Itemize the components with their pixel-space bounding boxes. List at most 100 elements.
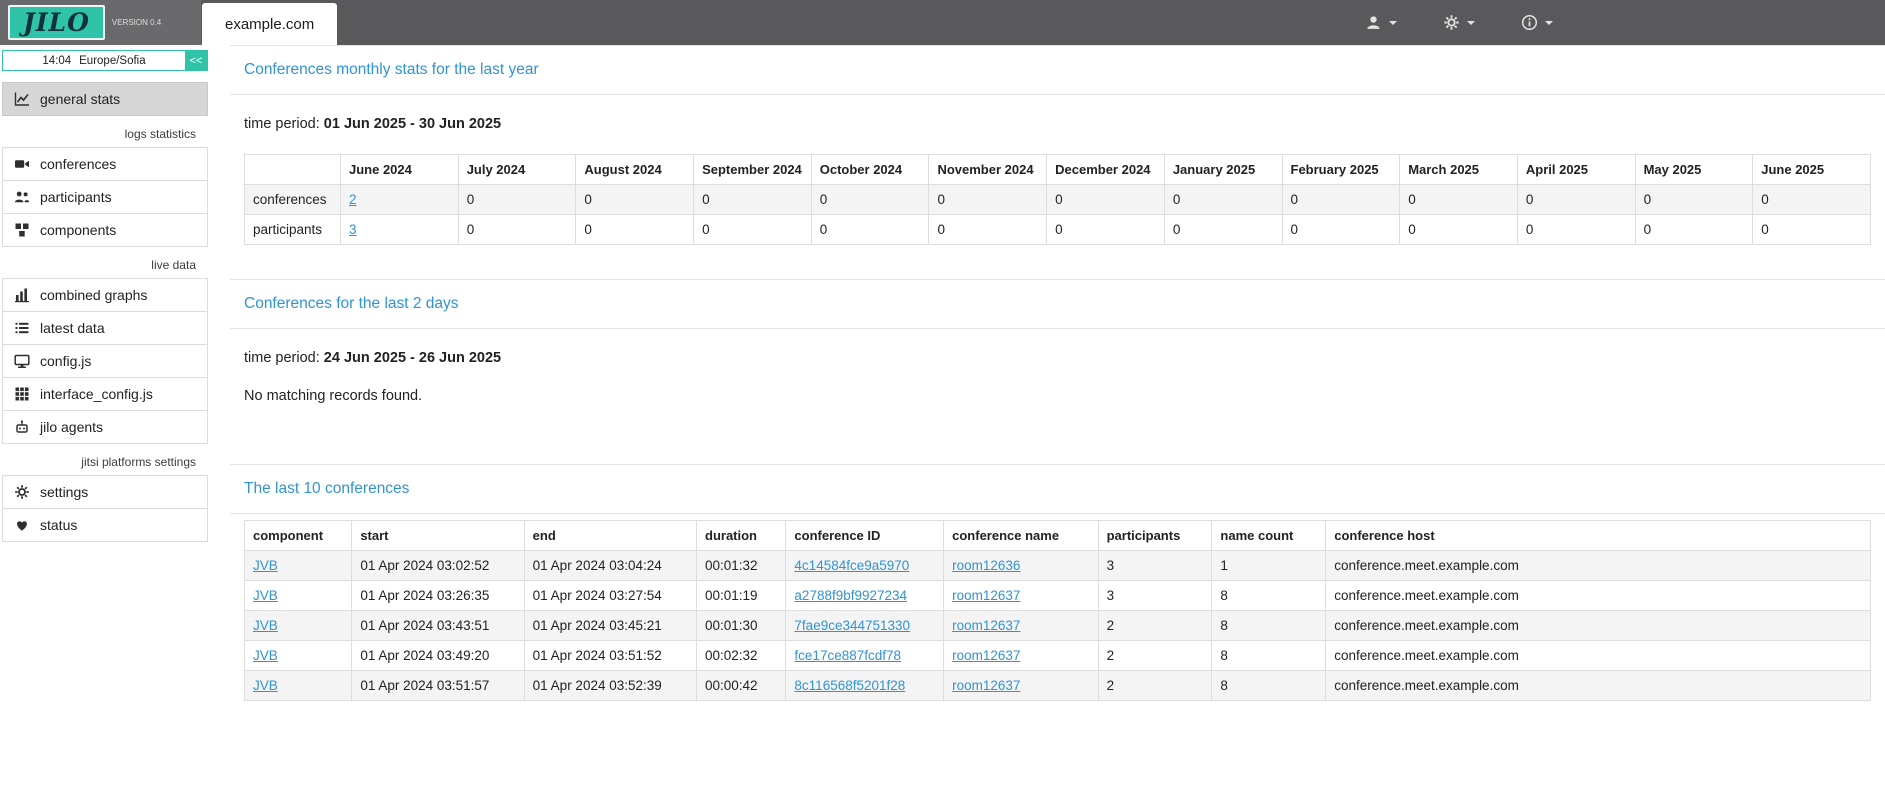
table-cell: JVB	[245, 641, 352, 671]
panel-title-last-10-conferences: The last 10 conferences	[244, 480, 409, 497]
time-period-last-2-days: time period: 24 Jun 2025 - 26 Jun 2025	[244, 350, 1871, 366]
table-row: participants3000000000000	[245, 215, 1871, 245]
people-icon	[14, 189, 30, 205]
column-header: name count	[1212, 521, 1326, 551]
conference-name-link[interactable]: room12637	[952, 678, 1020, 693]
bar-chart-icon	[14, 287, 30, 303]
conference-name-link[interactable]: room12637	[952, 618, 1020, 633]
user-menu[interactable]	[1365, 14, 1397, 31]
sidebar-item-label: components	[40, 222, 116, 238]
conference-name-link[interactable]: room12637	[952, 648, 1020, 663]
time-period-label: time period:	[244, 350, 320, 366]
sidebar-collapse-button[interactable]: <<	[185, 51, 207, 70]
table-cell: 00:02:32	[697, 641, 786, 671]
table-cell: 0	[1517, 215, 1635, 245]
sidebar-item-label: combined graphs	[40, 287, 147, 303]
component-link[interactable]: JVB	[253, 618, 278, 633]
conference-id-link[interactable]: 8c116568f5201f28	[794, 678, 905, 693]
table-cell: 0	[811, 185, 929, 215]
table-cell: 0	[1517, 185, 1635, 215]
participants-count-link[interactable]: 3	[349, 222, 357, 237]
table-cell: 00:01:32	[697, 551, 786, 581]
conference-id-link[interactable]: a2788f9bf9927234	[794, 588, 907, 603]
gear-icon	[1443, 14, 1460, 31]
sidebar-section-label: logs statistics	[2, 116, 208, 148]
sidebar-item-label: latest data	[40, 320, 105, 336]
line-chart-icon	[14, 91, 30, 107]
table-row: JVB01 Apr 2024 03:43:5101 Apr 2024 03:45…	[245, 611, 1871, 641]
panel-title-monthly-stats: Conferences monthly stats for the last y…	[244, 61, 539, 78]
sidebar-item-status[interactable]: status	[2, 508, 208, 542]
sidebar-item-interface-config-js[interactable]: interface_config.js	[2, 377, 208, 411]
conference-name-link[interactable]: room12636	[952, 558, 1020, 573]
column-header: participants	[1098, 521, 1212, 551]
table-cell: 0	[929, 215, 1047, 245]
conference-id-link[interactable]: 7fae9ce344751330	[794, 618, 910, 633]
components-icon	[14, 222, 30, 238]
sidebar-item-config-js[interactable]: config.js	[2, 344, 208, 378]
sidebar-item-latest-data[interactable]: latest data	[2, 311, 208, 345]
tab-example-com[interactable]: example.com	[202, 3, 337, 45]
column-header: October 2024	[811, 155, 929, 185]
component-link[interactable]: JVB	[253, 678, 278, 693]
last-10-conferences-table: componentstartenddurationconference IDco…	[244, 520, 1871, 701]
main-content: Conferences monthly stats for the last y…	[218, 45, 1885, 735]
column-header: conference name	[944, 521, 1098, 551]
grid-icon	[14, 386, 30, 402]
conference-id-link[interactable]: fce17ce887fcdf78	[794, 648, 901, 663]
table-cell: 1	[1212, 551, 1326, 581]
no-records-message: No matching records found.	[244, 388, 1871, 404]
table-cell: 0	[1753, 185, 1871, 215]
table-cell: 3	[1098, 551, 1212, 581]
sidebar-item-label: interface_config.js	[40, 386, 153, 402]
panel-header: The last 10 conferences	[230, 464, 1885, 514]
column-header: June 2025	[1753, 155, 1871, 185]
table-cell: conference.meet.example.com	[1326, 551, 1871, 581]
sidebar-item-components[interactable]: components	[2, 213, 208, 247]
table-cell: 00:01:19	[697, 581, 786, 611]
table-cell: JVB	[245, 671, 352, 701]
table-cell: room12637	[944, 641, 1098, 671]
column-header: April 2025	[1517, 155, 1635, 185]
settings-menu[interactable]	[1443, 14, 1475, 31]
table-cell: 01 Apr 2024 03:52:39	[524, 671, 696, 701]
column-header: component	[245, 521, 352, 551]
jilo-logo: JILO	[8, 5, 105, 40]
column-header: January 2025	[1164, 155, 1282, 185]
component-link[interactable]: JVB	[253, 588, 278, 603]
sidebar-item-participants[interactable]: participants	[2, 180, 208, 214]
column-header: end	[524, 521, 696, 551]
table-cell: fce17ce887fcdf78	[786, 641, 944, 671]
sidebar-item-jilo-agents[interactable]: jilo agents	[2, 410, 208, 444]
table-cell: JVB	[245, 581, 352, 611]
sidebar-section-label: jitsi platforms settings	[2, 444, 208, 476]
panel-header: Conferences for the last 2 days	[230, 279, 1885, 329]
sidebar-item-combined-graphs[interactable]: combined graphs	[2, 278, 208, 312]
table-cell: 0	[576, 215, 694, 245]
table-cell: 01 Apr 2024 03:04:24	[524, 551, 696, 581]
sidebar-item-settings[interactable]: settings	[2, 475, 208, 509]
info-icon	[1521, 14, 1538, 31]
component-link[interactable]: JVB	[253, 648, 278, 663]
table-cell: room12637	[944, 671, 1098, 701]
sidebar-item-general-stats[interactable]: general stats	[2, 82, 208, 116]
sidebar-item-conferences[interactable]: conferences	[2, 147, 208, 181]
component-link[interactable]: JVB	[253, 558, 278, 573]
column-header: conference host	[1326, 521, 1871, 551]
conferences-count-link[interactable]: 2	[349, 192, 357, 207]
table-cell: 0	[694, 185, 812, 215]
panel-last-2-days: Conferences for the last 2 days time per…	[230, 279, 1885, 436]
column-header: duration	[697, 521, 786, 551]
column-header: July 2024	[458, 155, 576, 185]
table-cell: 0	[1047, 185, 1165, 215]
caret-down-icon	[1467, 21, 1475, 25]
table-cell: 0	[458, 185, 576, 215]
column-header: February 2025	[1282, 155, 1400, 185]
sidebar: 14:04 Europe/Sofia << general statslogs …	[0, 45, 218, 572]
info-menu[interactable]	[1521, 14, 1553, 31]
monthly-stats-table: June 2024July 2024August 2024September 2…	[244, 154, 1871, 245]
clock-timezone: Europe/Sofia	[79, 55, 146, 67]
column-header: conference ID	[786, 521, 944, 551]
conference-id-link[interactable]: 4c14584fce9a5970	[794, 558, 909, 573]
conference-name-link[interactable]: room12637	[952, 588, 1020, 603]
